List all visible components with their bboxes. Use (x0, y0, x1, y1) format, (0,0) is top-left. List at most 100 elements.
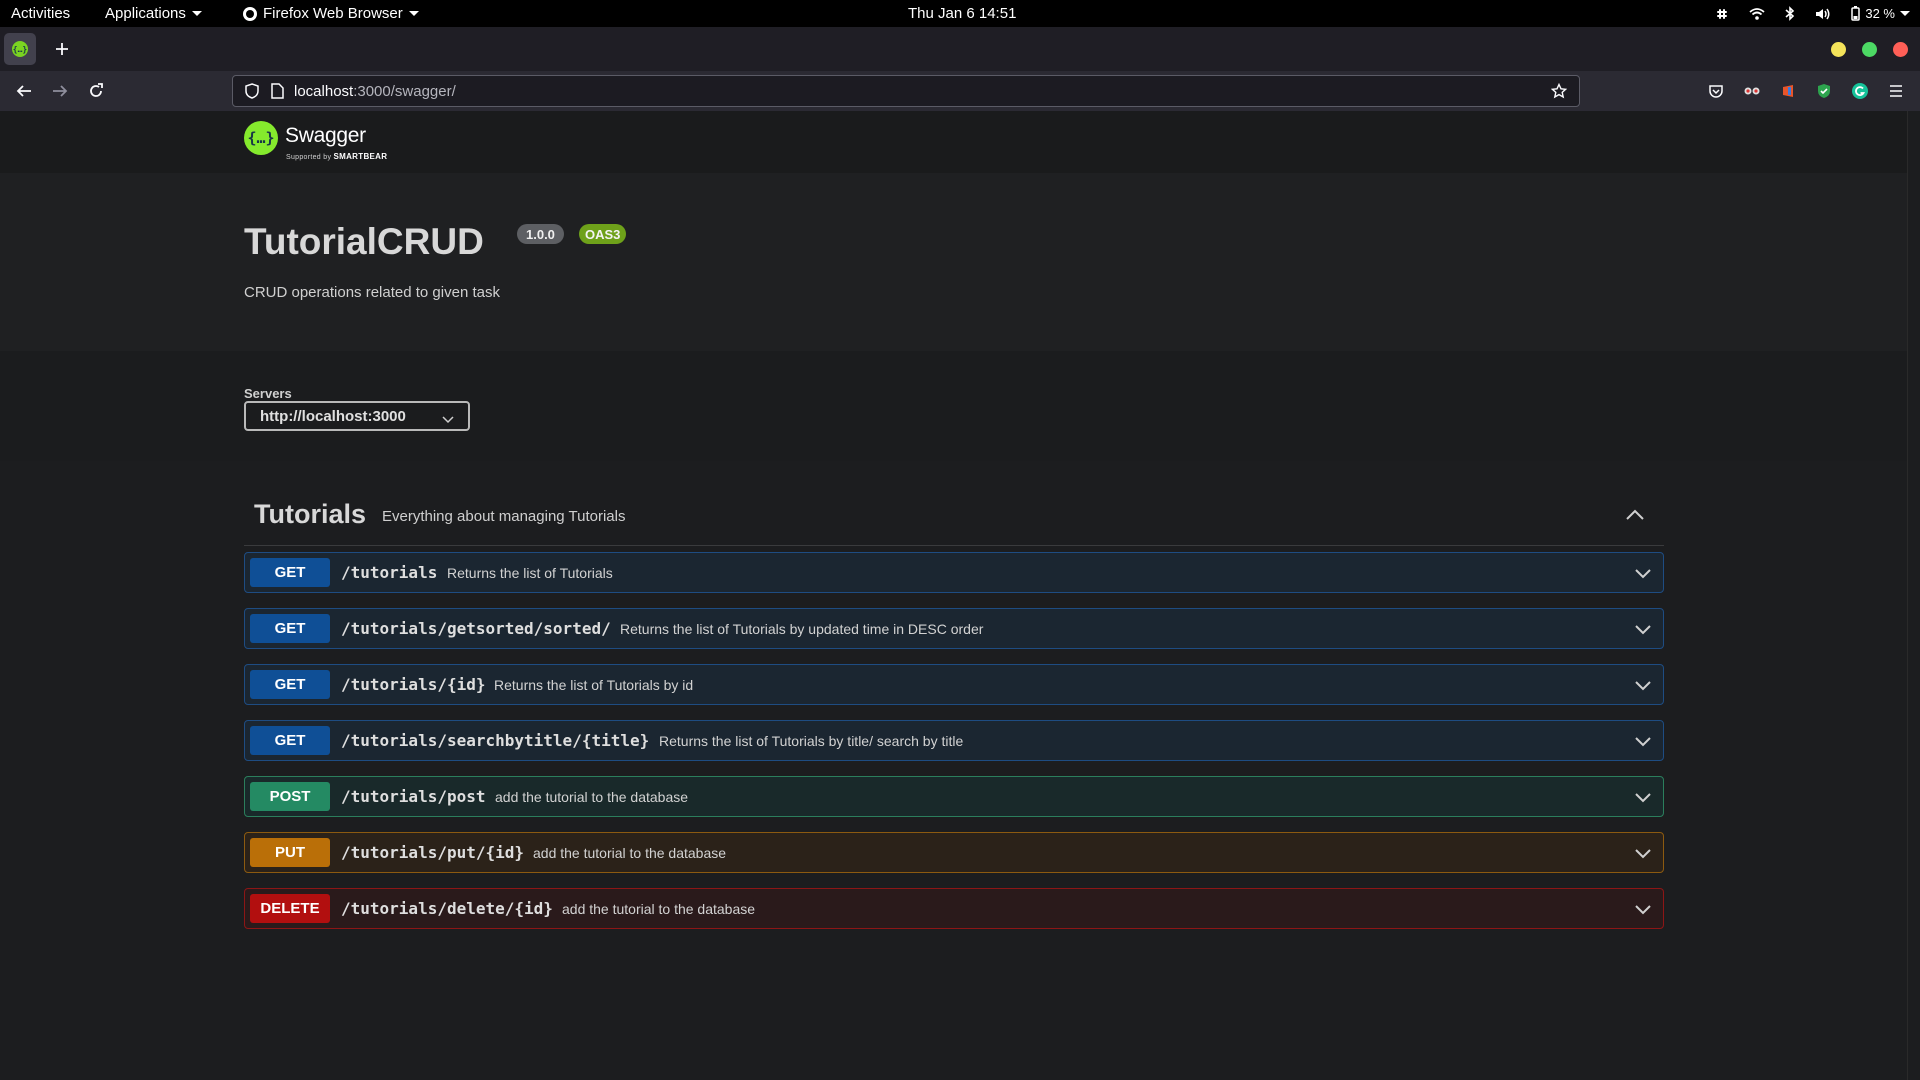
firefox-icon (243, 6, 257, 21)
operation-path: /tutorials/getsorted/sorted/ (341, 619, 611, 638)
api-description: CRUD operations related to given task (244, 284, 500, 301)
operation-summary: add the tutorial to the database (495, 789, 689, 805)
method-badge: GET (250, 614, 330, 643)
api-title: TutorialCRUD (244, 221, 484, 262)
operation-delete-tutorial[interactable]: DELETE /tutorials/delete/{id} add the tu… (244, 888, 1664, 929)
grammarly-icon[interactable] (1850, 81, 1870, 101)
bluetooth-icon[interactable] (1785, 6, 1795, 21)
chevron-down-icon[interactable] (1635, 846, 1651, 864)
reload-button[interactable] (86, 81, 106, 101)
chevron-down-icon (191, 11, 202, 16)
operation-summary: add the tutorial to the database (533, 845, 727, 861)
applications-label: Applications (105, 5, 186, 22)
swagger-brand: Swagger (285, 124, 366, 147)
reload-icon (90, 83, 103, 97)
operation-summary: Returns the list of Tutorials by title/ … (659, 733, 964, 749)
glasses-extension-icon[interactable] (1742, 81, 1762, 101)
arrow-left-icon (16, 85, 31, 97)
operation-path: /tutorials/put/{id} (341, 843, 525, 862)
system-tray[interactable]: 32 % (1715, 0, 1910, 27)
battery-percent: 32 % (1865, 6, 1895, 21)
swagger-logo-icon[interactable]: {…} (244, 121, 278, 155)
close-window-button[interactable] (1893, 42, 1908, 57)
operation-path: /tutorials (341, 563, 438, 582)
operation-path: /tutorials/post (341, 787, 486, 806)
chevron-down-icon (442, 411, 454, 428)
operation-put-tutorial[interactable]: PUT /tutorials/put/{id} add the tutorial… (244, 832, 1664, 873)
tag-section-header[interactable]: Tutorials Everything about managing Tuto… (244, 483, 1664, 546)
chevron-down-icon (408, 11, 419, 16)
operation-summary: Returns the list of Tutorials by id (494, 677, 694, 693)
adblock-shield-icon[interactable] (1814, 81, 1834, 101)
pocket-icon[interactable] (1706, 81, 1726, 101)
minimize-button[interactable] (1831, 42, 1846, 57)
chevron-down-icon[interactable] (1635, 678, 1651, 696)
method-badge: GET (250, 558, 330, 587)
operation-path: /tutorials/{id} (341, 675, 486, 694)
chevron-up-icon[interactable] (1626, 507, 1644, 525)
tab-swagger[interactable]: {…} (4, 33, 36, 65)
chevron-down-icon[interactable] (1635, 790, 1651, 808)
operation-get-tutorials-by-title[interactable]: GET /tutorials/searchbytitle/{title} Ret… (244, 720, 1664, 761)
swagger-ui: TutorialCRUD 1.0.0 OAS3 CRUD operations … (0, 173, 1907, 1080)
clock[interactable]: Thu Jan 6 14:51 (908, 0, 1016, 27)
hamburger-menu-icon[interactable] (1886, 81, 1906, 101)
extension-flag-icon[interactable] (1778, 81, 1798, 101)
swagger-topbar: {…} Swagger Supported by SMARTBEAR (0, 111, 1907, 173)
operation-summary: Returns the list of Tutorials by updated… (620, 621, 984, 637)
back-button[interactable] (14, 81, 34, 101)
brand-company: SMARTBEAR (333, 152, 388, 161)
bookmark-star-icon[interactable] (1550, 82, 1568, 104)
url-host: localhost (294, 83, 354, 100)
brand-sub-text: Supported by (286, 154, 332, 161)
maximize-button[interactable] (1862, 42, 1877, 57)
method-badge: PUT (250, 838, 330, 867)
operation-get-tutorials-sorted[interactable]: GET /tutorials/getsorted/sorted/ Returns… (244, 608, 1664, 649)
browser-app-label: Firefox Web Browser (263, 5, 403, 22)
clock-label: Thu Jan 6 14:51 (908, 5, 1017, 22)
oas-badge: OAS3 (579, 224, 627, 244)
operation-summary: Returns the list of Tutorials (447, 565, 613, 581)
api-info: TutorialCRUD 1.0.0 OAS3 CRUD operations … (0, 173, 1907, 351)
tab-strip: {…} (0, 27, 1920, 71)
method-badge: POST (250, 782, 330, 811)
operation-summary: add the tutorial to the database (562, 901, 756, 917)
servers-selected-value: http://localhost:3000 (260, 407, 406, 425)
chevron-down-icon[interactable] (1635, 566, 1651, 584)
operation-path: /tutorials/searchbytitle/{title} (341, 731, 650, 750)
method-badge: GET (250, 670, 330, 699)
url-bar[interactable]: localhost:3000/swagger/ (232, 75, 1580, 107)
chevron-down-icon[interactable] (1635, 902, 1651, 920)
applications-menu[interactable]: Applications (105, 0, 202, 27)
operation-get-tutorial-by-id[interactable]: GET /tutorials/{id} Returns the list of … (244, 664, 1664, 705)
operation-path: /tutorials/delete/{id} (341, 899, 553, 918)
operation-get-tutorials[interactable]: GET /tutorials Returns the list of Tutor… (244, 552, 1664, 593)
battery-icon (1851, 6, 1861, 21)
tag-title: Tutorials (254, 499, 367, 529)
method-badge: DELETE (250, 894, 330, 923)
shield-icon[interactable] (245, 83, 259, 104)
version-badge: 1.0.0 (517, 224, 564, 244)
slack-icon[interactable] (1715, 7, 1729, 21)
navigation-toolbar: localhost:3000/swagger/ (0, 71, 1920, 111)
chevron-down-icon[interactable] (1635, 734, 1651, 752)
chevron-down-icon[interactable] (1635, 622, 1651, 640)
new-tab-button[interactable] (48, 35, 76, 63)
servers-select[interactable]: http://localhost:3000 (244, 401, 470, 431)
swagger-brand-sub: Supported by SMARTBEAR (286, 152, 387, 161)
page-info-icon[interactable] (270, 83, 284, 104)
servers-section: Servers http://localhost:3000 (0, 351, 1907, 461)
plus-icon (56, 43, 68, 55)
battery-indicator[interactable]: 32 % (1851, 6, 1910, 21)
url-path: :3000/swagger/ (353, 83, 456, 100)
chevron-down-icon (1900, 11, 1910, 16)
page-scrollbar[interactable] (1907, 111, 1920, 1080)
wifi-icon[interactable] (1749, 7, 1765, 21)
activities-button[interactable]: Activities (11, 0, 70, 27)
volume-icon[interactable] (1815, 7, 1831, 21)
operation-post-tutorial[interactable]: POST /tutorials/post add the tutorial to… (244, 776, 1664, 817)
forward-button[interactable] (50, 81, 70, 101)
browser-app-menu[interactable]: Firefox Web Browser (243, 0, 419, 27)
system-top-bar: Activities Applications Firefox Web Brow… (0, 0, 1920, 27)
method-badge: GET (250, 726, 330, 755)
